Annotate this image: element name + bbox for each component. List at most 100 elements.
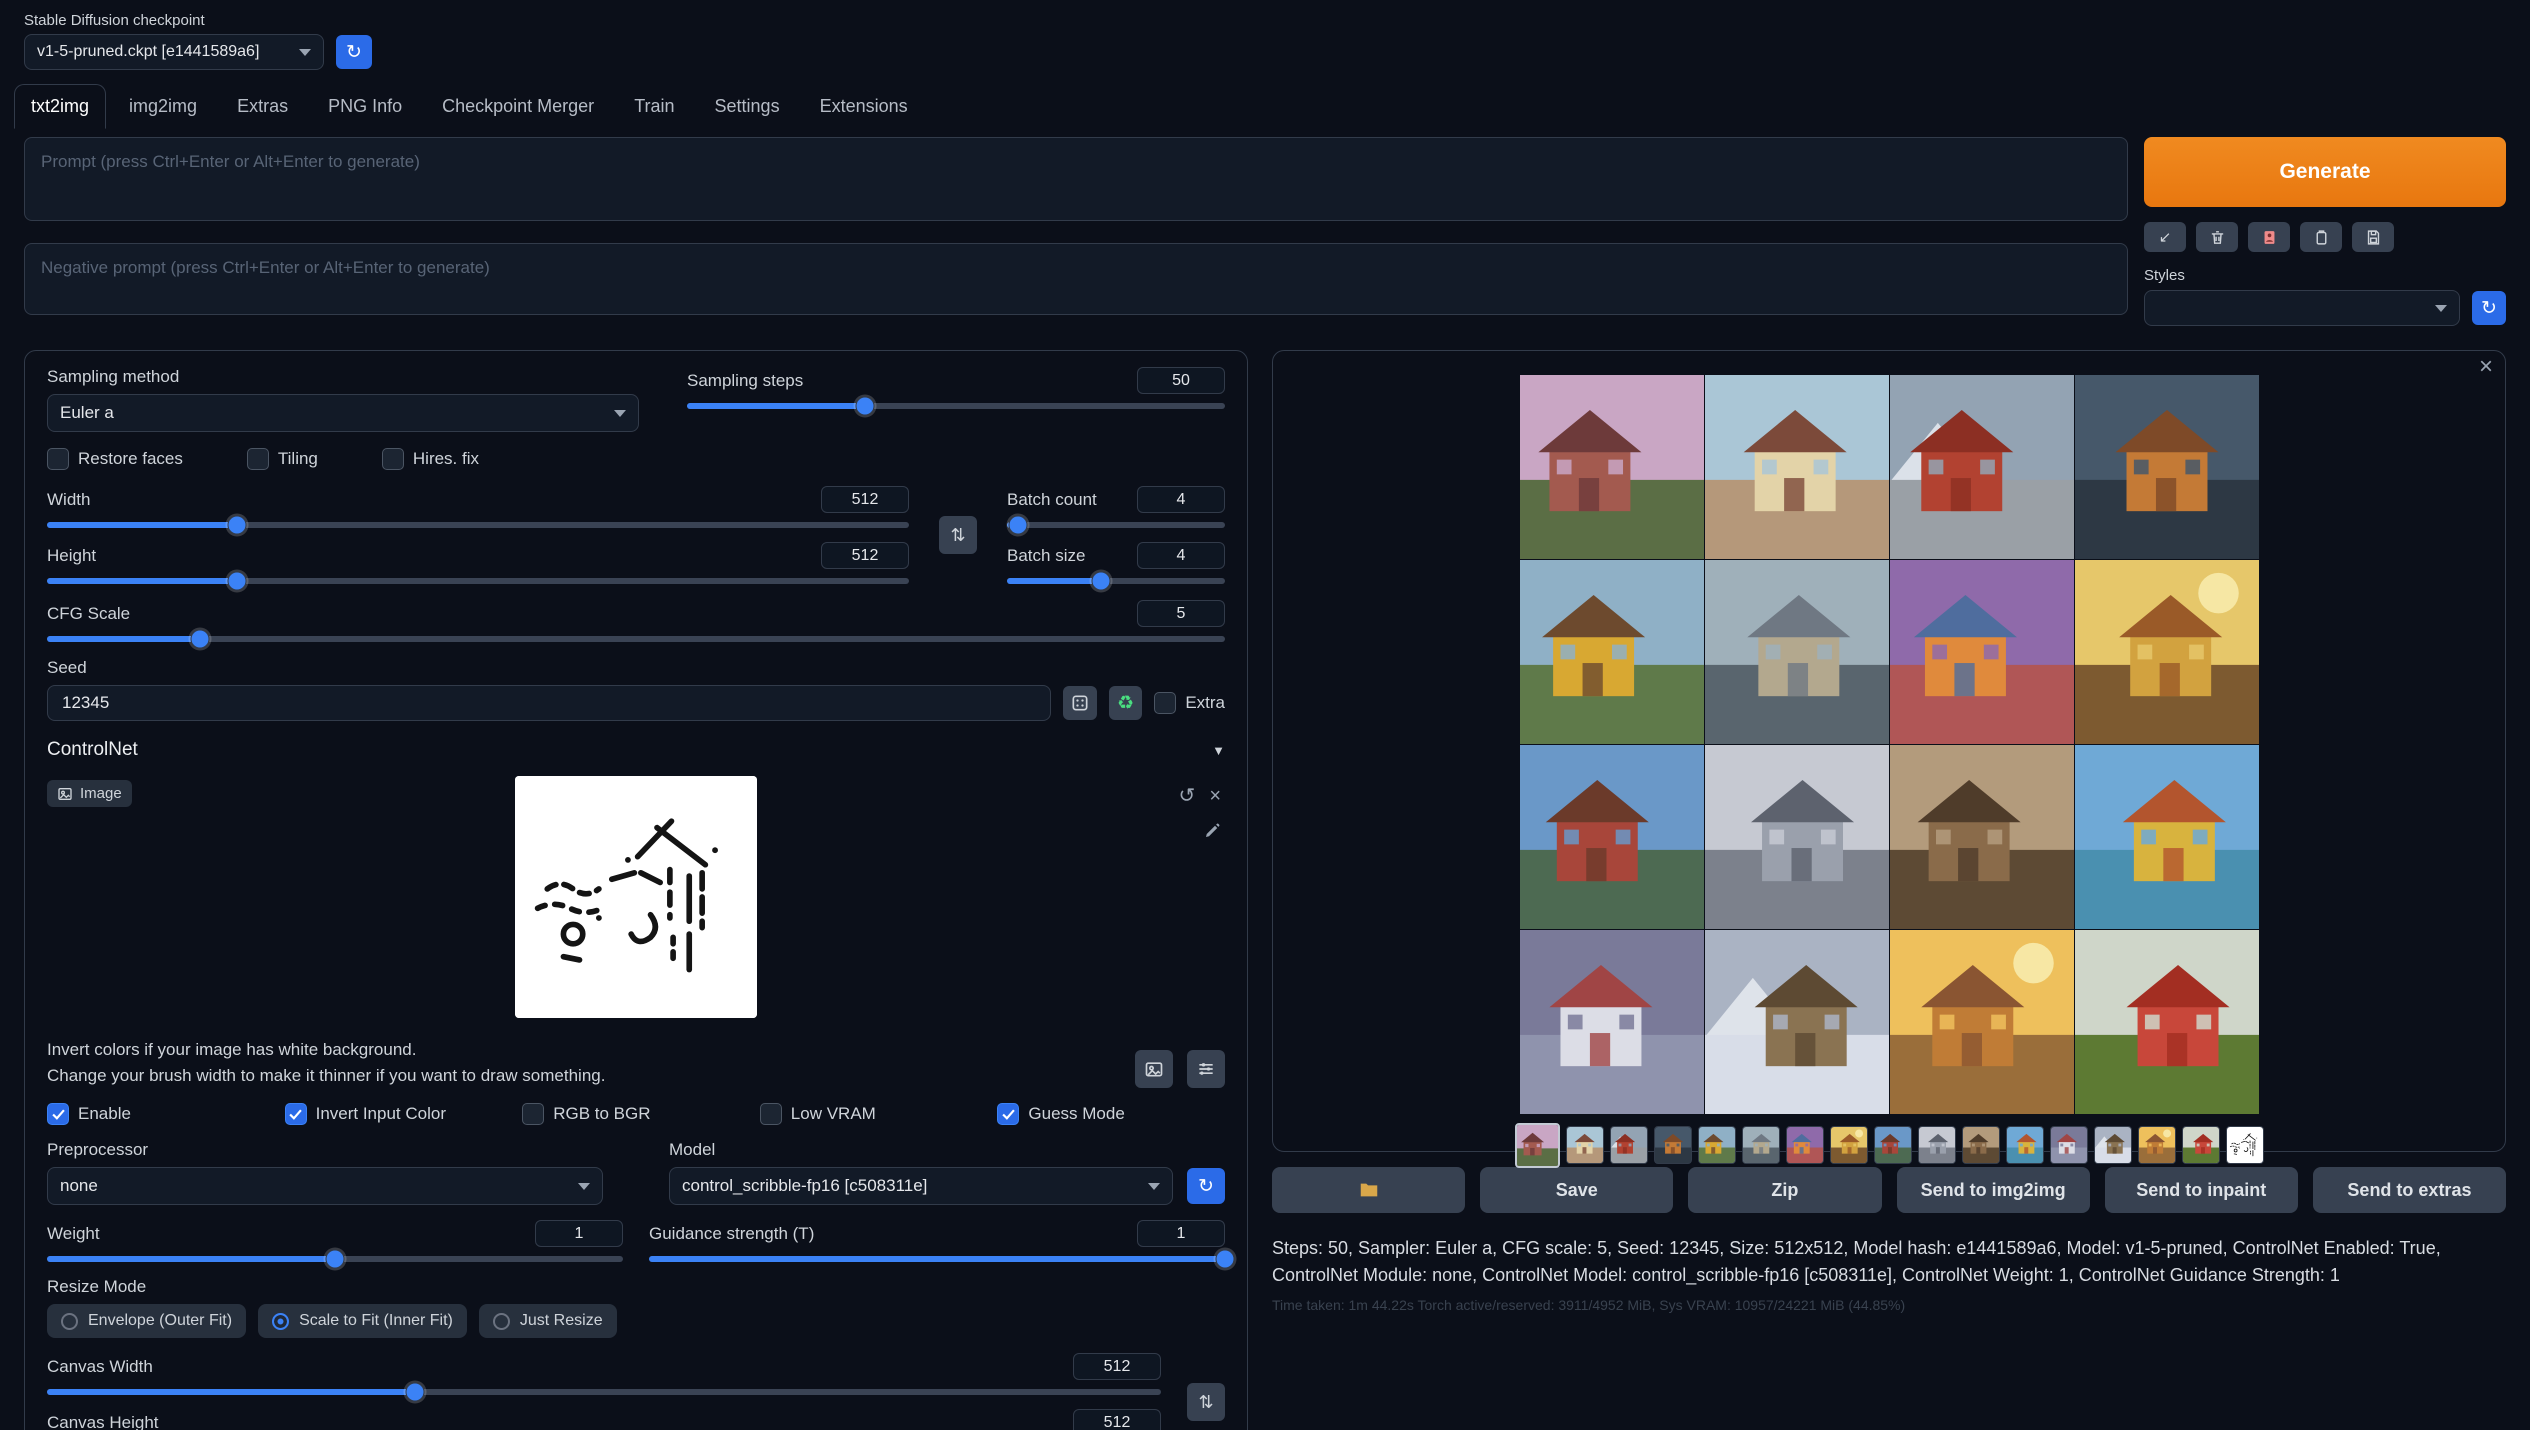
send-to-extras-button[interactable]: Send to extras xyxy=(2313,1167,2506,1213)
gallery-image-8[interactable] xyxy=(2075,560,2259,744)
cfg-scale-input[interactable] xyxy=(1137,600,1225,627)
brush-icon[interactable] xyxy=(1203,822,1221,845)
gallery-image-11[interactable] xyxy=(1890,745,2074,929)
seed-input[interactable] xyxy=(47,685,1051,721)
slider-thumb[interactable] xyxy=(227,516,246,535)
tab-extras[interactable]: Extras xyxy=(220,84,305,129)
tab-png-info[interactable]: PNG Info xyxy=(311,84,419,129)
sampling-steps-input[interactable] xyxy=(1137,367,1225,394)
clear-prompt-button[interactable] xyxy=(2196,222,2238,252)
sampling-method-select[interactable]: Euler a xyxy=(47,394,639,432)
gallery-thumbnail-11[interactable] xyxy=(1962,1126,2000,1164)
gallery-image-14[interactable] xyxy=(1705,930,1889,1114)
gallery-thumbnail-1[interactable] xyxy=(1515,1123,1560,1168)
open-new-canvas-button[interactable] xyxy=(1135,1050,1173,1088)
gallery-image-10[interactable] xyxy=(1705,745,1889,929)
tab-image-source[interactable]: Image xyxy=(47,780,132,807)
styles-select[interactable] xyxy=(2144,290,2460,326)
controlnet-low-vram-checkbox[interactable]: Low VRAM xyxy=(760,1103,988,1125)
clear-canvas-icon[interactable]: × xyxy=(1209,786,1221,806)
paste-params-button[interactable]: ↙ xyxy=(2144,222,2186,252)
extra-seed-checkbox[interactable]: Extra xyxy=(1154,692,1225,714)
gallery-thumbnail-5[interactable] xyxy=(1698,1126,1736,1164)
controlnet-model-select[interactable]: control_scribble-fp16 [c508311e] xyxy=(669,1167,1173,1205)
gallery-thumbnail-15[interactable] xyxy=(2138,1126,2176,1164)
sampling-steps-slider[interactable] xyxy=(687,403,1225,409)
gallery-thumbnail-7[interactable] xyxy=(1786,1126,1824,1164)
guidance-strength-input[interactable] xyxy=(1137,1220,1225,1247)
gallery-image-16[interactable] xyxy=(2075,930,2259,1114)
slider-thumb[interactable] xyxy=(1216,1250,1235,1269)
swap-canvas-dimensions-button[interactable]: ⇅ xyxy=(1187,1383,1225,1421)
refresh-models-button[interactable]: ↻ xyxy=(1187,1168,1225,1204)
width-slider[interactable] xyxy=(47,522,909,528)
open-images-folder-button[interactable] xyxy=(1272,1167,1465,1213)
height-input[interactable] xyxy=(821,542,909,569)
width-input[interactable] xyxy=(821,486,909,513)
gallery-thumbnail-17[interactable] xyxy=(2226,1126,2264,1164)
zip-button[interactable]: Zip xyxy=(1688,1167,1881,1213)
send-to-img2img-button[interactable]: Send to img2img xyxy=(1897,1167,2090,1213)
extra-networks-button[interactable] xyxy=(2248,222,2290,252)
gallery-thumbnail-8[interactable] xyxy=(1830,1126,1868,1164)
slider-thumb[interactable] xyxy=(191,630,210,649)
gallery-thumbnail-9[interactable] xyxy=(1874,1126,1912,1164)
guidance-strength-slider[interactable] xyxy=(649,1256,1225,1262)
close-gallery-button[interactable]: × xyxy=(2479,355,2493,379)
gallery-image-3[interactable] xyxy=(1890,375,2074,559)
controlnet-accordion-header[interactable]: ControlNet ▼ xyxy=(47,739,1225,761)
save-button[interactable]: Save xyxy=(1480,1167,1673,1213)
tab-txt2img[interactable]: txt2img xyxy=(14,84,106,129)
gallery-thumbnail-3[interactable] xyxy=(1610,1126,1648,1164)
controlnet-rgb-to-bgr-checkbox[interactable]: RGB to BGR xyxy=(522,1103,750,1125)
negative-prompt-input[interactable] xyxy=(24,243,2128,315)
slider-thumb[interactable] xyxy=(227,572,246,591)
cfg-scale-slider[interactable] xyxy=(47,636,1225,642)
tab-settings[interactable]: Settings xyxy=(698,84,797,129)
reuse-seed-button[interactable]: ♻ xyxy=(1109,686,1143,720)
send-to-inpaint-button[interactable]: Send to inpaint xyxy=(2105,1167,2298,1213)
random-seed-button[interactable] xyxy=(1063,686,1097,720)
undo-icon[interactable]: ↺ xyxy=(1179,786,1196,806)
controlnet-guess-mode-checkbox[interactable]: Guess Mode xyxy=(997,1103,1225,1125)
generate-button[interactable]: Generate xyxy=(2144,137,2506,207)
resize-mode-just-resize-radio[interactable]: Just Resize xyxy=(479,1304,617,1338)
gallery-thumbnail-13[interactable] xyxy=(2050,1126,2088,1164)
tab-img2img[interactable]: img2img xyxy=(112,84,214,129)
slider-thumb[interactable] xyxy=(1091,572,1110,591)
gallery-thumbnail-12[interactable] xyxy=(2006,1126,2044,1164)
checkpoint-select[interactable]: v1-5-pruned.ckpt [e1441589a6] xyxy=(24,34,324,70)
tab-train[interactable]: Train xyxy=(617,84,691,129)
prompt-input[interactable] xyxy=(24,137,2128,221)
slider-thumb[interactable] xyxy=(405,1383,424,1402)
refresh-checkpoint-button[interactable]: ↻ xyxy=(336,35,372,69)
resize-mode-envelope-outer-fit-radio[interactable]: Envelope (Outer Fit) xyxy=(47,1304,246,1338)
toggle-restore-faces-checkbox[interactable]: Restore faces xyxy=(47,448,183,470)
refresh-styles-button[interactable]: ↻ xyxy=(2472,291,2506,325)
save-style-button[interactable] xyxy=(2352,222,2394,252)
batch-count-input[interactable] xyxy=(1137,486,1225,513)
controlnet-weight-slider[interactable] xyxy=(47,1256,623,1262)
gallery-image-5[interactable] xyxy=(1520,560,1704,744)
slider-thumb[interactable] xyxy=(326,1250,345,1269)
canvas-width-input[interactable] xyxy=(1073,1353,1161,1380)
gallery-thumbnail-10[interactable] xyxy=(1918,1126,1956,1164)
gallery-image-6[interactable] xyxy=(1705,560,1889,744)
gallery-thumbnail-14[interactable] xyxy=(2094,1126,2132,1164)
canvas-settings-button[interactable] xyxy=(1187,1050,1225,1088)
batch-size-input[interactable] xyxy=(1137,542,1225,569)
gallery-image-4[interactable] xyxy=(2075,375,2259,559)
resize-mode-scale-to-fit-inner-fit-radio[interactable]: Scale to Fit (Inner Fit) xyxy=(258,1304,467,1338)
batch-size-slider[interactable] xyxy=(1007,578,1225,584)
canvas-width-slider[interactable] xyxy=(47,1389,1161,1395)
swap-width-height-button[interactable]: ⇅ xyxy=(939,516,977,554)
gallery-thumbnail-6[interactable] xyxy=(1742,1126,1780,1164)
controlnet-invert-input-color-checkbox[interactable]: Invert Input Color xyxy=(285,1103,513,1125)
apply-styles-button[interactable] xyxy=(2300,222,2342,252)
height-slider[interactable] xyxy=(47,578,909,584)
gallery-image-7[interactable] xyxy=(1890,560,2074,744)
gallery-thumbnail-2[interactable] xyxy=(1566,1126,1604,1164)
canvas-height-input[interactable] xyxy=(1073,1409,1161,1430)
slider-thumb[interactable] xyxy=(1008,516,1027,535)
slider-thumb[interactable] xyxy=(855,397,874,416)
